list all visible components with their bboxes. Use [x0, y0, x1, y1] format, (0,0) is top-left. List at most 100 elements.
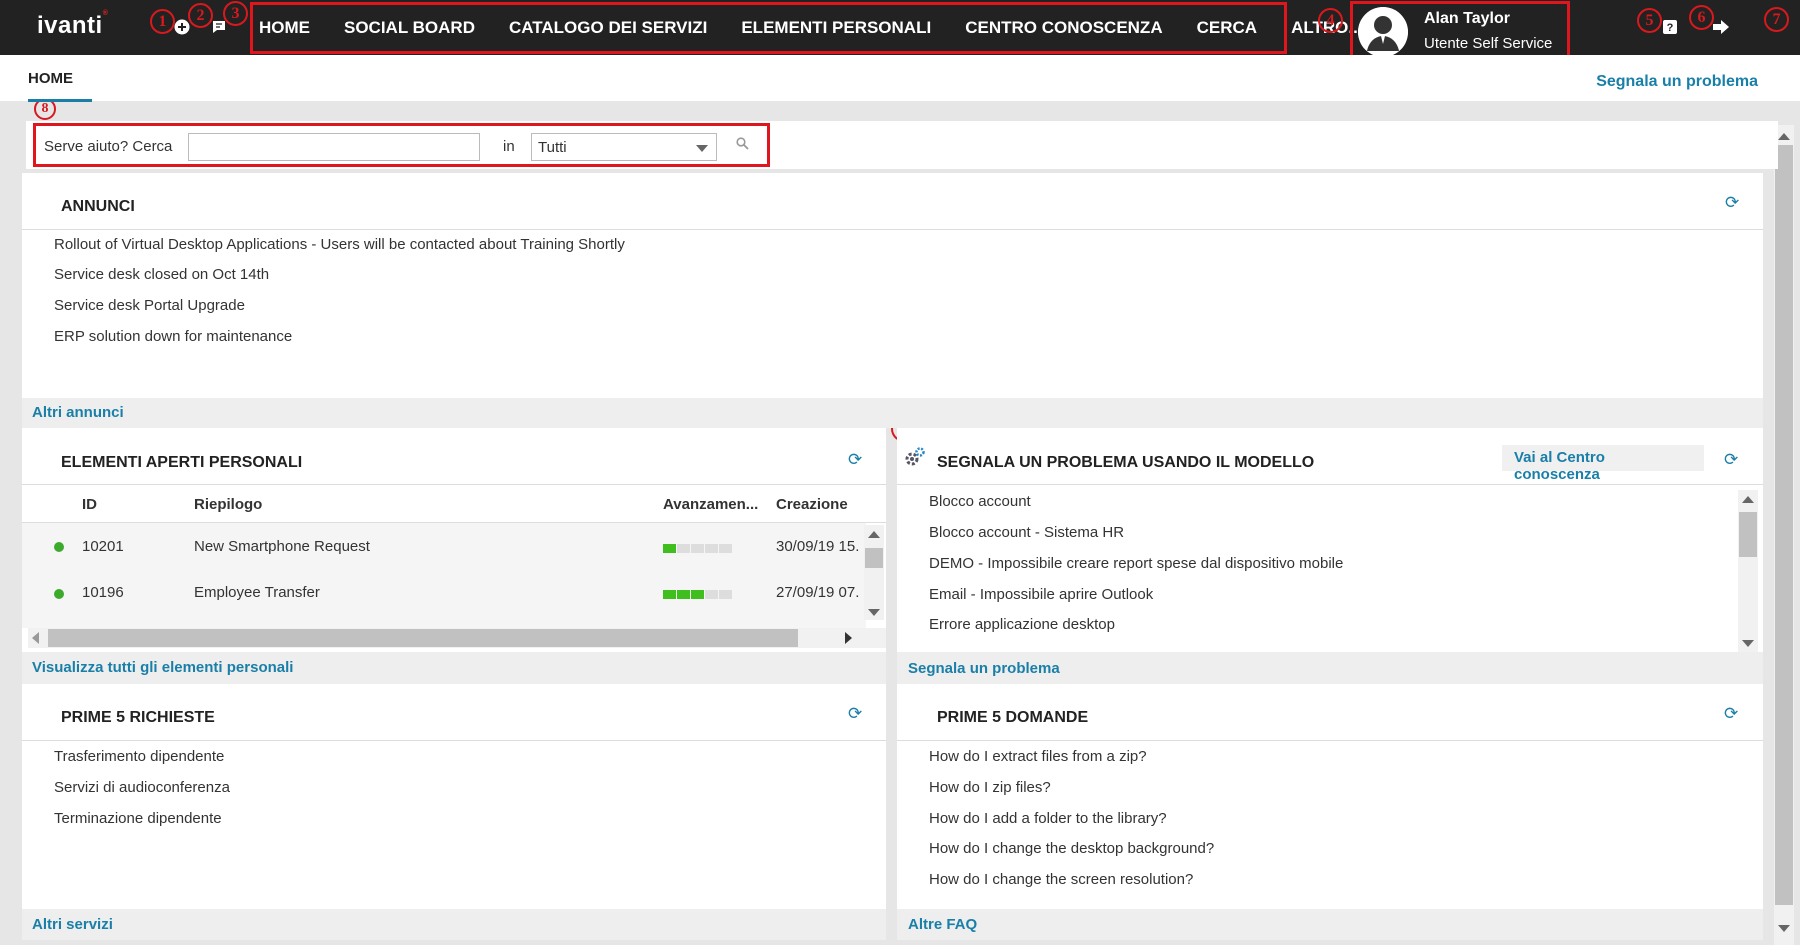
refresh-icon[interactable]: ⟳ — [848, 704, 862, 724]
progress-bar — [663, 544, 732, 553]
nav-knowledge-center[interactable]: CENTRO CONOSCENZA — [965, 18, 1162, 38]
template-item[interactable]: Email - Impossibile aprire Outlook — [929, 586, 1153, 603]
template-item[interactable]: DEMO - Impossibile creare report spese d… — [929, 555, 1343, 572]
page-scrollbar[interactable] — [1774, 125, 1794, 945]
search-scope-select[interactable]: Tutti — [531, 133, 717, 161]
chevron-down-icon — [696, 145, 708, 152]
template-item[interactable]: Blocco account - Sistema HR — [929, 524, 1124, 541]
divider — [897, 740, 1763, 741]
help-icon[interactable]: ? — [1660, 17, 1680, 37]
faq-item[interactable]: How do I zip files? — [929, 779, 1051, 796]
progress-bar — [663, 590, 732, 599]
announcements-footer: Altri annunci — [22, 398, 1763, 428]
search-label: Serve aiuto? Cerca — [44, 138, 173, 155]
divider — [22, 484, 886, 485]
row-summary[interactable]: Employee Transfer — [194, 584, 320, 601]
nav-search[interactable]: CERCA — [1197, 18, 1257, 38]
open-items-footer: Visualizza tutti gli elementi personali — [22, 652, 886, 684]
active-tab-indicator — [28, 99, 92, 102]
scroll-left-icon[interactable] — [32, 632, 39, 644]
announcement-item[interactable]: Service desk Portal Upgrade — [54, 297, 245, 314]
ivanti-logo[interactable]: ivanti® — [37, 10, 108, 40]
marker-4: 4 — [1318, 8, 1343, 33]
faq-item[interactable]: How do I add a folder to the library? — [929, 810, 1167, 827]
template-scrollbar-thumb[interactable] — [1739, 512, 1757, 557]
table-hscrollbar-thumb[interactable] — [48, 629, 798, 647]
table-body — [22, 523, 866, 628]
request-item[interactable]: Terminazione dipendente — [54, 810, 222, 827]
column-header-created[interactable]: Creazione — [776, 496, 848, 513]
more-faq-link[interactable]: Altre FAQ — [908, 916, 977, 933]
announcement-item[interactable]: Rollout of Virtual Desktop Applications … — [54, 236, 625, 253]
nav-social-board[interactable]: SOCIAL BOARD — [344, 18, 475, 38]
search-icon[interactable] — [736, 137, 749, 155]
column-header-id[interactable]: ID — [82, 496, 97, 513]
more-services-link[interactable]: Altri servizi — [32, 916, 113, 933]
row-summary[interactable]: New Smartphone Request — [194, 538, 370, 555]
page-scrollbar-thumb[interactable] — [1775, 145, 1793, 905]
refresh-icon[interactable]: ⟳ — [1725, 193, 1739, 213]
announcements-title: ANNUNCI — [61, 198, 135, 215]
faq-item[interactable]: How do I extract files from a zip? — [929, 748, 1147, 765]
announcement-item[interactable]: ERP solution down for maintenance — [54, 328, 292, 345]
search-input[interactable] — [188, 133, 480, 161]
marker-5: 5 — [1637, 8, 1662, 33]
go-to-knowledge-center-button[interactable]: Vai al Centro conoscenza — [1502, 445, 1704, 483]
top-requests-title: PRIME 5 RICHIESTE — [61, 709, 215, 726]
view-all-personal-items-link[interactable]: Visualizza tutti gli elementi personali — [32, 659, 293, 676]
top-requests-panel: PRIME 5 RICHIESTE ⟳ Trasferimento dipend… — [22, 684, 886, 909]
top-requests-footer: Altri servizi — [22, 909, 886, 940]
faq-item[interactable]: How do I change the desktop background? — [929, 840, 1214, 857]
search-box: Serve aiuto? Cerca in Tutti — [33, 123, 770, 167]
report-problem-link[interactable]: Segnala un problema — [1596, 73, 1758, 91]
marker-2: 2 — [188, 3, 213, 28]
column-header-summary[interactable]: Riepilogo — [194, 496, 262, 513]
top-questions-footer: Altre FAQ — [897, 909, 1763, 940]
refresh-icon[interactable]: ⟳ — [1724, 450, 1738, 470]
table-horizontal-scrollbar[interactable] — [28, 628, 886, 648]
table-scrollbar-thumb[interactable] — [865, 548, 883, 568]
announcement-item[interactable]: Service desk closed on Oct 14th — [54, 266, 269, 283]
row-id[interactable]: 10196 — [82, 584, 124, 601]
more-announcements-link[interactable]: Altri annunci — [32, 404, 124, 421]
scroll-down-icon[interactable] — [1778, 925, 1790, 932]
scroll-down-icon[interactable] — [868, 609, 880, 616]
refresh-icon[interactable]: ⟳ — [848, 450, 862, 470]
template-item[interactable]: Blocco account — [929, 493, 1031, 510]
user-name: Alan Taylor — [1424, 10, 1510, 27]
nav-personal-items[interactable]: ELEMENTI PERSONALI — [741, 18, 931, 38]
nav-service-catalog[interactable]: CATALOGO DEI SERVIZI — [509, 18, 707, 38]
faq-item[interactable]: How do I change the screen resolution? — [929, 871, 1193, 888]
status-ok-icon — [54, 542, 64, 552]
request-item[interactable]: Trasferimento dipendente — [54, 748, 224, 765]
logout-icon[interactable] — [1711, 17, 1731, 37]
scroll-up-icon[interactable] — [868, 531, 880, 538]
report-problem-footer-link[interactable]: Segnala un problema — [908, 660, 1060, 677]
scroll-up-icon[interactable] — [1742, 496, 1754, 503]
user-profile[interactable]: Alan Taylor Utente Self Service — [1350, 1, 1570, 60]
request-item[interactable]: Servizi di audioconferenza — [54, 779, 230, 796]
table-vertical-scrollbar[interactable] — [864, 525, 884, 620]
announcements-panel: ANNUNCI ⟳ Rollout of Virtual Desktop App… — [22, 173, 1763, 398]
template-item[interactable]: Errore applicazione desktop — [929, 616, 1115, 633]
template-report-footer: Segnala un problema — [897, 652, 1763, 684]
gears-icon — [904, 446, 926, 473]
tab-row: HOME Segnala un problema — [0, 55, 1800, 102]
status-ok-icon — [54, 589, 64, 599]
marker-3: 3 — [223, 1, 248, 26]
marker-7: 7 — [1764, 7, 1789, 32]
row-id[interactable]: 10201 — [82, 538, 124, 555]
divider — [22, 740, 886, 741]
scroll-down-icon[interactable] — [1742, 640, 1754, 647]
top-questions-panel: PRIME 5 DOMANDE ⟳ How do I extract files… — [897, 684, 1763, 909]
scroll-up-icon[interactable] — [1778, 133, 1790, 140]
top-questions-title: PRIME 5 DOMANDE — [937, 709, 1089, 726]
refresh-icon[interactable]: ⟳ — [1724, 704, 1738, 724]
column-header-progress[interactable]: Avanzamen... — [663, 496, 758, 513]
divider — [22, 229, 1763, 230]
nav-home[interactable]: HOME — [259, 18, 310, 38]
tab-home[interactable]: HOME — [28, 70, 73, 87]
svg-text:?: ? — [1667, 22, 1674, 34]
scroll-right-icon[interactable] — [845, 632, 852, 644]
template-list-scrollbar[interactable] — [1738, 490, 1758, 652]
